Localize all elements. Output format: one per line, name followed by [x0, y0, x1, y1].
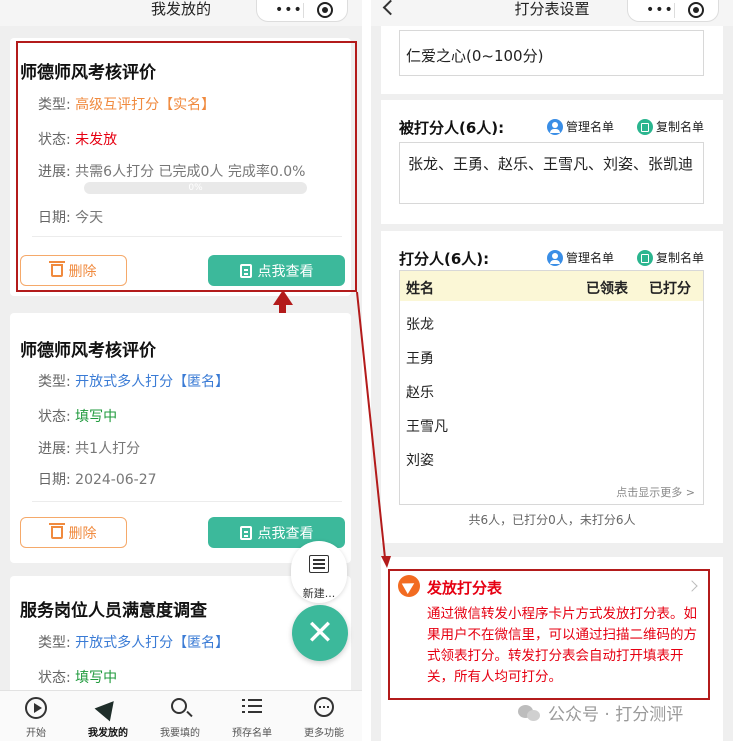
miniprogram-capsule: ••• [256, 0, 348, 22]
more-dots-icon[interactable]: ••• [646, 3, 674, 17]
wechat-icon [518, 703, 542, 723]
arrow-up-icon [273, 290, 293, 305]
person-icon [547, 118, 563, 135]
progress-text: 共1人打分 [75, 441, 141, 457]
type-row: 类型: 开放式多人打分【匿名】 [38, 374, 230, 390]
nav-bar: 我发放的 ••• [0, 0, 362, 26]
person-icon [547, 249, 563, 266]
tab-to-fill[interactable]: 我要填的 [144, 697, 216, 739]
graded-panel: 被打分人(6人): 管理名单 复制名单 张龙、王勇、赵乐、王雪凡、刘姿、张凯迪 [381, 100, 723, 224]
publish-title[interactable]: 发放打分表 [427, 577, 502, 598]
paper-plane-icon [398, 575, 420, 597]
document-icon [239, 525, 252, 540]
show-more-link[interactable]: 点击显示更多 > [616, 484, 695, 500]
more-icon [314, 697, 334, 717]
progress-row: 进展: 共1人打分 [38, 441, 141, 457]
more-dots-icon[interactable]: ••• [275, 3, 303, 17]
list-icon [242, 699, 262, 715]
survey-card: 师德师风考核评价 类型: 开放式多人打分【匿名】 状态: 填写中 进展: 共1人… [10, 313, 351, 563]
graders-title: 打分人(6人): [399, 250, 490, 268]
copy-list-button[interactable]: 复制名单 [637, 249, 704, 266]
manage-list-button[interactable]: 管理名单 [547, 249, 614, 266]
tab-saved-lists[interactable]: 预存名单 [216, 697, 288, 739]
type-value: 开放式多人打分【匿名】 [75, 635, 230, 651]
highlight-box [16, 41, 357, 292]
status-row: 状态: 填写中 [38, 670, 118, 686]
close-miniprogram-icon[interactable] [317, 2, 333, 18]
delete-button[interactable]: 删除 [20, 517, 127, 548]
date-row: 日期: 2024-06-27 [38, 472, 157, 488]
tab-bar: 开始 我发放的 我要填的 预存名单 更多功能 [0, 690, 362, 741]
copy-icon [637, 249, 653, 266]
graded-title: 被打分人(6人): [399, 119, 505, 137]
new-survey-button[interactable]: 新建... [291, 541, 347, 603]
grading-summary: 共6人，已打分0人，未打分6人 [468, 513, 636, 527]
graded-names-field[interactable]: 张龙、王勇、赵乐、王雪凡、刘姿、张凯迪 [399, 142, 704, 204]
criterion-field[interactable]: 仁爱之心(0~100分) [399, 30, 704, 76]
copy-icon [637, 118, 653, 135]
card-title: 师德师风考核评价 [20, 341, 156, 361]
table-row: 张龙 [406, 317, 434, 333]
status-badge: 填写中 [75, 409, 118, 425]
criterion-panel: 仁爱之心(0~100分) [381, 26, 723, 94]
type-row: 类型: 开放式多人打分【匿名】 [38, 635, 230, 651]
table-row: 王勇 [406, 351, 434, 367]
table-row: 王雪凡 [406, 419, 448, 435]
manage-list-button[interactable]: 管理名单 [547, 118, 614, 135]
tab-more[interactable]: 更多功能 [288, 697, 360, 739]
search-icon [171, 698, 187, 714]
trash-icon [48, 523, 65, 539]
status-badge: 填写中 [75, 670, 118, 686]
table-row: 赵乐 [406, 385, 434, 401]
graders-table: 姓名 已领表 已打分 张龙 王勇 赵乐 王雪凡 刘姿 点击显示更多 > [399, 270, 704, 505]
tab-start[interactable]: 开始 [0, 697, 72, 739]
close-miniprogram-icon[interactable] [688, 2, 704, 18]
copy-list-button[interactable]: 复制名单 [637, 118, 704, 135]
date-value: 2024-06-27 [75, 472, 157, 488]
card-title: 服务岗位人员满意度调查 [20, 601, 207, 621]
watermark: 公众号 · 打分测评 [518, 700, 683, 725]
nav-bar: 打分表设置 ••• [371, 0, 733, 26]
list-icon [309, 555, 329, 573]
type-value: 开放式多人打分【匿名】 [75, 374, 230, 390]
publish-description: 通过微信转发小程序卡片方式发放打分表。如果用户不在微信里，可以通过扫描二维码的方… [427, 606, 697, 685]
close-menu-button[interactable]: ✕ [292, 605, 348, 661]
left-phone-screen: 我发放的 ••• 师德师风考核评价 类型: 高级互评打分【实名】 状态: 未发放… [0, 0, 362, 741]
send-icon [94, 694, 122, 722]
table-row: 刘姿 [406, 453, 434, 469]
miniprogram-capsule: ••• [627, 0, 719, 22]
table-header: 姓名 已领表 已打分 [400, 271, 703, 301]
tab-my-published[interactable]: 我发放的 [72, 694, 144, 739]
status-row: 状态: 填写中 [38, 409, 118, 425]
play-circle-icon [25, 697, 47, 719]
